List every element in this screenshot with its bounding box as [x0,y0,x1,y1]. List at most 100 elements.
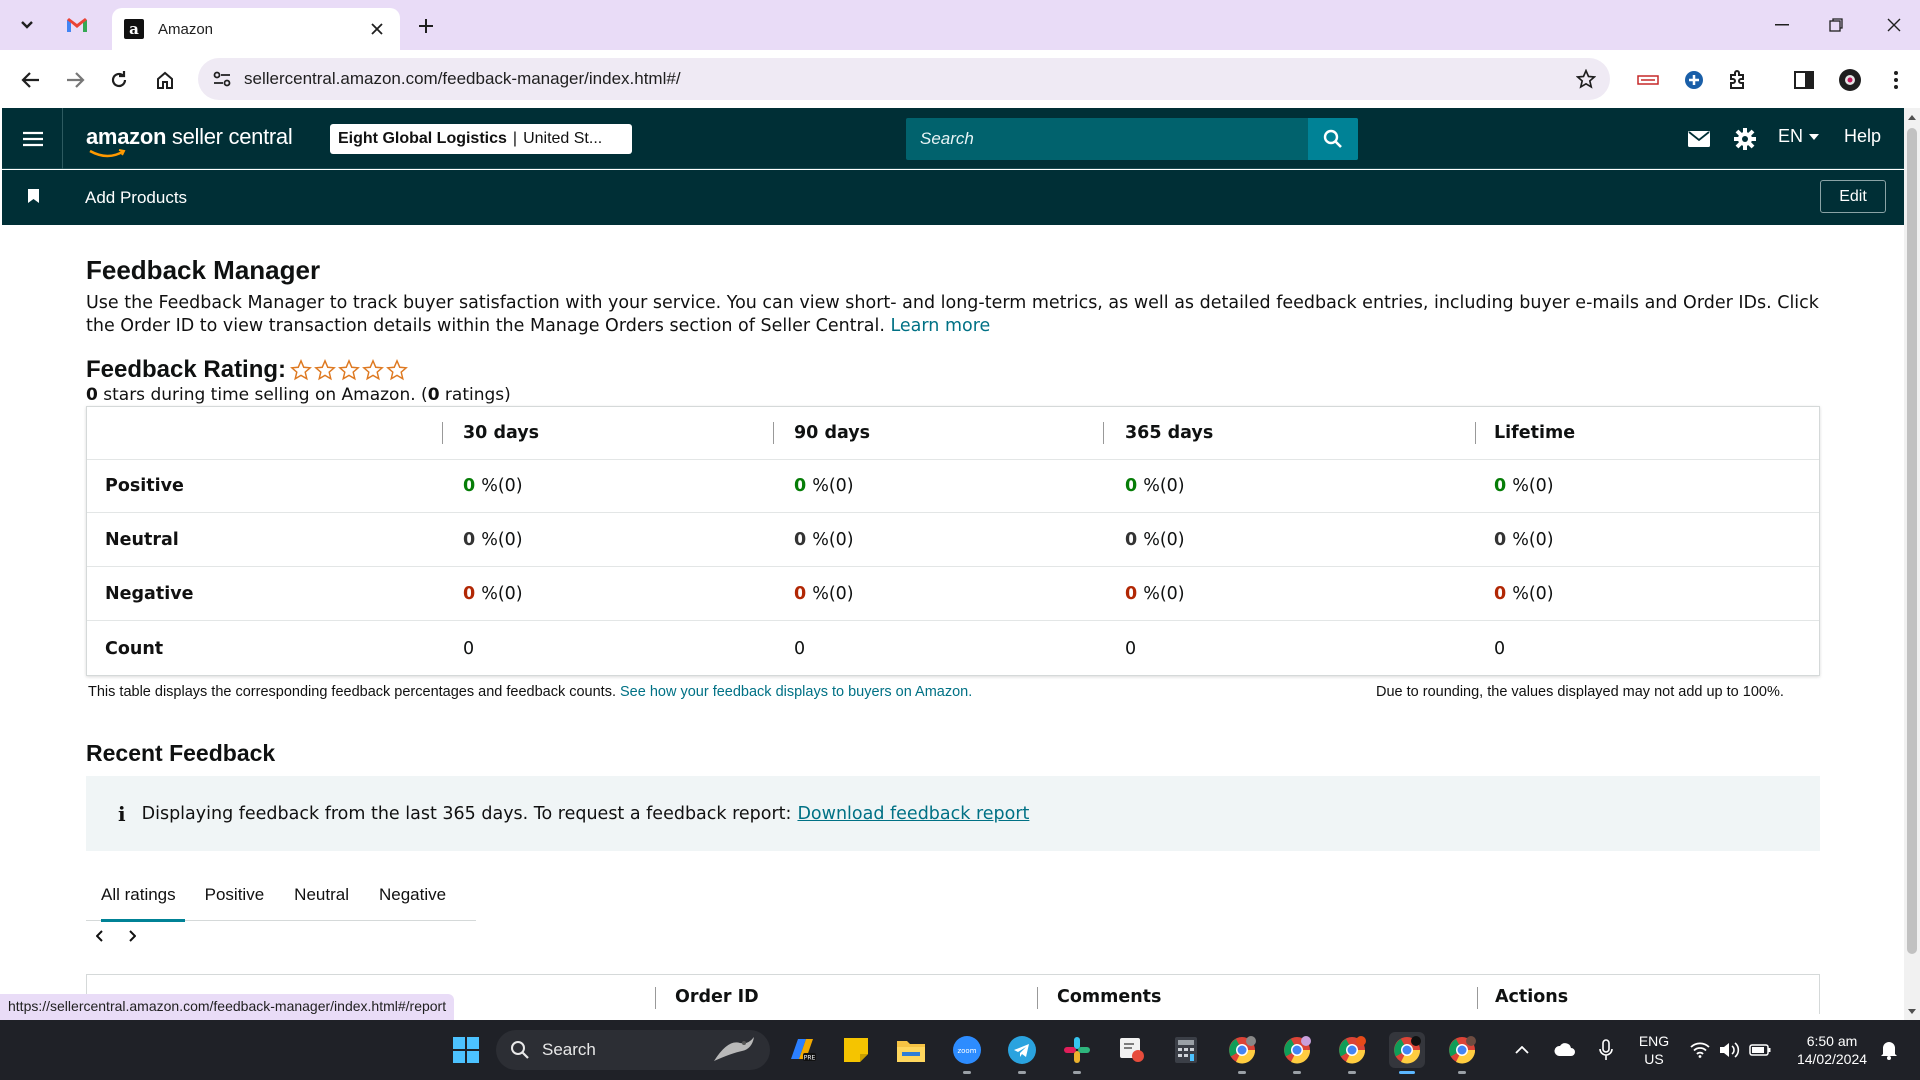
table-note-text: This table displays the corresponding fe… [88,684,616,700]
messages-mail-icon[interactable] [1684,124,1714,154]
tab-search-button[interactable] [10,10,44,40]
sticky-notes-icon[interactable] [838,1032,874,1068]
rating-summary: 0 stars during time selling on Amazon. (… [86,385,511,405]
help-link[interactable]: Help [1844,126,1881,147]
tab-neutral[interactable]: Neutral [279,869,364,921]
close-tab-icon[interactable] [366,18,388,40]
column-separator [442,422,443,444]
browser-menu-icon[interactable] [1880,64,1912,96]
chrome-profile-5-icon[interactable] [1444,1032,1480,1074]
cell-count: %(0) [1143,584,1185,604]
store-selector[interactable]: Eight Global Logistics | United St... [330,124,632,154]
chrome-profile-2-icon[interactable] [1279,1032,1315,1074]
cell-count: %(0) [1512,584,1554,604]
forward-button[interactable] [60,65,90,95]
hamburger-menu-icon[interactable] [16,124,50,154]
taskbar-search-box[interactable]: Search [496,1030,770,1070]
table-cell: 0 %(0) [1494,514,1554,566]
home-button[interactable] [150,65,180,95]
back-button[interactable] [16,65,46,95]
battery-icon[interactable] [1746,1032,1774,1068]
clock-date: 14/02/2024 [1796,1051,1868,1067]
edit-bookmarks-button[interactable]: Edit [1820,180,1886,213]
tab-negative[interactable]: Negative [364,869,461,921]
new-tab-button[interactable] [412,12,440,40]
column-header: 30 days [463,423,540,443]
extension-blue-icon[interactable] [1678,64,1710,96]
gmail-tab[interactable] [62,12,92,38]
feedback-rating-heading: Feedback Rating: [86,356,409,384]
rating-star-icon [290,359,313,381]
active-tab[interactable]: a Amazon [112,8,400,50]
input-language[interactable]: ENG US [1632,1032,1676,1068]
minimize-icon [1775,24,1789,26]
restore-button[interactable] [1816,10,1856,40]
site-info-icon[interactable] [202,59,242,99]
scroll-up-icon[interactable] [1907,112,1917,122]
running-indicator [1073,1071,1081,1074]
download-report-link[interactable]: Download feedback report [797,804,1029,824]
volume-icon[interactable] [1716,1032,1744,1068]
tab-all-ratings[interactable]: All ratings [86,869,191,922]
side-panel-icon[interactable] [1788,64,1820,96]
reload-button[interactable] [104,65,134,95]
rating-star-icon [338,359,361,381]
info-alert: i Displaying feedback from the last 365 … [86,776,1820,851]
cell-percent: 0 [1125,584,1138,604]
close-window-button[interactable] [1874,10,1914,40]
snipping-tool-icon[interactable] [1114,1032,1150,1068]
settings-gear-icon[interactable] [1730,124,1760,154]
bookmark-star-icon[interactable] [1568,61,1604,97]
clock[interactable]: 6:50 am 14/02/2024 [1782,1032,1882,1068]
extensions-puzzle-icon[interactable] [1722,64,1754,96]
buyer-display-link[interactable]: See how your feedback displays to buyers… [620,684,972,700]
column-header-order-id: Order ID [675,987,759,1007]
chevron-right-icon[interactable] [124,926,140,946]
table-cell: 0 %(0) [463,568,523,620]
chrome-active-icon[interactable] [1389,1032,1425,1074]
microphone-icon[interactable] [1592,1032,1620,1068]
copilot-icon[interactable]: PRE [784,1032,820,1068]
intro-text: Use the Feedback Manager to track buyer … [86,292,1822,338]
plus-icon [419,19,433,33]
search-button[interactable] [1308,118,1358,160]
profile-avatar-icon[interactable] [1834,64,1866,96]
address-bar[interactable]: sellercentral.amazon.com/feedback-manage… [198,58,1610,100]
table-cell: 0 %(0) [1494,568,1554,620]
bookmark-add-products[interactable]: Add Products [85,188,187,208]
table-row-neutral: Neutral 0 %(0) 0 %(0) 0 %(0) 0 %(0) [87,514,1819,567]
seller-search-box [906,118,1358,160]
language-selector[interactable]: EN [1778,126,1820,147]
notification-bell-icon[interactable] [1874,1032,1904,1068]
slack-icon[interactable] [1059,1032,1095,1074]
info-icon: i [118,801,126,826]
cell-percent: 0 [1494,530,1507,550]
tab-positive[interactable]: Positive [191,869,280,921]
rating-star-icon [386,359,409,381]
minimize-button[interactable] [1762,10,1802,40]
seller-central-logo[interactable]: amazon seller central [86,124,293,158]
svg-text:zoom: zoom [957,1047,976,1055]
chrome-profile-1-icon[interactable] [1224,1032,1260,1074]
page-scrollbar[interactable] [1904,108,1920,1020]
running-indicator [1238,1071,1246,1074]
chrome-profile-3-icon[interactable] [1334,1032,1370,1074]
file-explorer-icon[interactable] [893,1032,929,1068]
zoom-icon[interactable]: zoom [949,1032,985,1074]
scrollbar-thumb[interactable] [1907,128,1917,954]
row-label: Neutral [105,530,179,550]
calculator-icon[interactable] [1168,1032,1204,1068]
wifi-icon[interactable] [1686,1032,1714,1068]
windows-start-icon[interactable] [448,1032,484,1068]
cell-count: %(0) [812,476,854,496]
extension-red-icon[interactable] [1632,64,1664,96]
chevron-left-icon[interactable] [92,926,108,946]
onedrive-cloud-icon[interactable] [1550,1032,1580,1068]
table-cell: 0 %(0) [1125,514,1185,566]
seller-search-input[interactable] [906,118,1308,160]
learn-more-link[interactable]: Learn more [890,316,990,336]
telegram-icon[interactable] [1004,1032,1040,1074]
scroll-down-icon[interactable] [1907,1006,1917,1016]
tray-overflow-chevron-icon[interactable] [1508,1032,1536,1068]
column-header: 90 days [794,423,871,443]
